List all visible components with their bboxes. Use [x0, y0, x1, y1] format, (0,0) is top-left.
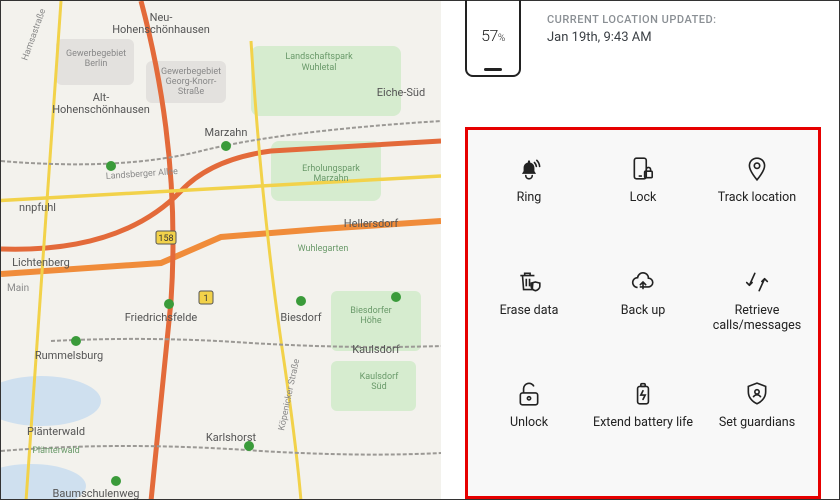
erase-data-button[interactable]: Erase data: [472, 265, 586, 372]
ring-button[interactable]: Ring: [472, 152, 586, 259]
svg-text:Erholungspark: Erholungspark: [302, 164, 360, 174]
cloud-upload-icon: [630, 269, 656, 295]
extend-battery-button[interactable]: Extend battery life: [586, 377, 700, 484]
ring-icon: [516, 156, 542, 182]
svg-text:Höhe: Höhe: [360, 316, 382, 326]
battery-percent: 57%: [481, 26, 505, 45]
svg-text:Biesdorfer: Biesdorfer: [350, 306, 391, 316]
svg-text:Friedrichsfelde: Friedrichsfelde: [125, 311, 198, 324]
svg-text:Wuhlegarten: Wuhlegarten: [298, 244, 349, 254]
retrieve-icon: [744, 269, 770, 295]
map-pane[interactable]: 158 1 Neu- Hohenschönhausen Gewerbegebie…: [1, 1, 441, 499]
backup-button[interactable]: Back up: [586, 265, 700, 372]
svg-text:Wuhletal: Wuhletal: [302, 63, 337, 73]
svg-text:Landschaftspark: Landschaftspark: [285, 52, 353, 62]
svg-text:Kaulsdorf: Kaulsdorf: [360, 372, 400, 382]
location-updated-label: CURRENT LOCATION UPDATED:: [547, 13, 717, 26]
svg-text:Hohenschönhausen: Hohenschönhausen: [112, 23, 210, 36]
svg-text:Berlin: Berlin: [85, 59, 108, 69]
svg-text:Straße: Straße: [178, 87, 204, 97]
remote-actions-panel: Ring Lock Track location E: [465, 127, 821, 499]
svg-text:Biesdorf: Biesdorf: [280, 311, 321, 324]
svg-text:Main: Main: [7, 283, 29, 294]
svg-text:Marzahn: Marzahn: [313, 174, 348, 184]
map-canvas: 158 1 Neu- Hohenschönhausen Gewerbegebie…: [1, 1, 441, 499]
lock-button[interactable]: Lock: [586, 152, 700, 259]
svg-text:Lichtenberg: Lichtenberg: [12, 256, 70, 269]
svg-text:Karlshorst: Karlshorst: [206, 431, 257, 444]
svg-text:Baumschulenweg: Baumschulenweg: [53, 487, 140, 499]
svg-text:158: 158: [158, 234, 173, 244]
svg-text:Eiche-Süd: Eiche-Süd: [377, 86, 425, 99]
location-pin-icon: [744, 156, 770, 182]
svg-text:Hellersdorf: Hellersdorf: [344, 217, 399, 230]
svg-text:Kaulsdorf: Kaulsdorf: [352, 343, 400, 356]
track-location-button[interactable]: Track location: [700, 152, 814, 259]
retrieve-calls-button[interactable]: Retrieve calls/messages: [700, 265, 814, 372]
device-status-row: 57% CURRENT LOCATION UPDATED: Jan 19th, …: [465, 0, 821, 77]
svg-text:Plänterwald: Plänterwald: [32, 446, 80, 456]
side-pane: 57% CURRENT LOCATION UPDATED: Jan 19th, …: [441, 1, 839, 499]
svg-text:Gewerbegebiet: Gewerbegebiet: [66, 49, 126, 59]
unlock-button[interactable]: Unlock: [472, 377, 586, 484]
battery-icon: [630, 381, 656, 407]
svg-text:Gewerbegebiet: Gewerbegebiet: [161, 67, 221, 77]
svg-text:Hohenschönhausen: Hohenschönhausen: [52, 103, 150, 116]
svg-text:nnpfuhl: nnpfuhl: [19, 201, 56, 214]
shield-person-icon: [744, 381, 770, 407]
unlock-icon: [516, 381, 542, 407]
lock-icon: [630, 156, 656, 182]
location-meta: CURRENT LOCATION UPDATED: Jan 19th, 9:43…: [547, 13, 717, 45]
phone-icon: 57%: [465, 0, 521, 77]
svg-text:Georg-Knorr-: Georg-Knorr-: [166, 77, 217, 87]
svg-text:1: 1: [203, 294, 208, 304]
set-guardians-button[interactable]: Set guardians: [700, 377, 814, 484]
svg-text:Marzahn: Marzahn: [205, 126, 248, 139]
svg-text:Süd: Süd: [371, 382, 386, 392]
svg-text:Plänterwald: Plänterwald: [27, 425, 85, 438]
trash-shield-icon: [516, 269, 542, 295]
svg-text:Rummelsburg: Rummelsburg: [35, 349, 103, 362]
location-updated-time: Jan 19th, 9:43 AM: [547, 30, 717, 45]
